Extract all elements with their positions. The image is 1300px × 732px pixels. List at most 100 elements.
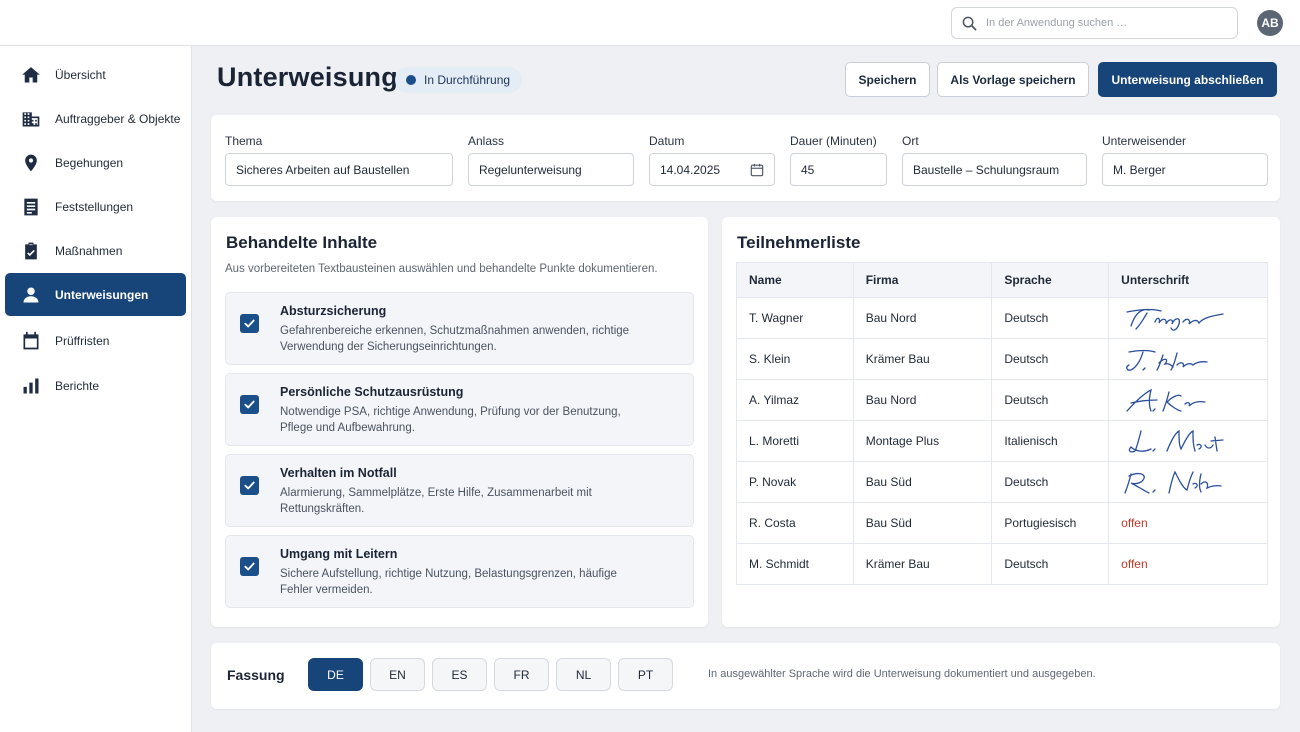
top-bar: AB	[0, 0, 1300, 46]
table-header-row: Name Firma Sprache Unterschrift	[736, 262, 1268, 298]
table-row[interactable]: P. Novak Bau Süd Deutsch	[736, 461, 1268, 503]
participant-sprache: Deutsch	[991, 461, 1110, 503]
participant-signature[interactable]	[1108, 379, 1268, 421]
participants-card: Teilnehmerliste Name Firma Sprache Unter…	[722, 217, 1280, 627]
signature-image	[1126, 388, 1206, 412]
anlass-label: Anlass	[468, 134, 505, 148]
participant-signature[interactable]	[1108, 420, 1268, 462]
calendar-icon[interactable]	[750, 163, 764, 177]
calendar-icon	[20, 330, 42, 352]
unterweisender-label: Unterweisender	[1102, 134, 1187, 148]
save-as-template-button[interactable]: Als Vorlage speichern	[937, 62, 1089, 97]
topic-item[interactable]: Persönliche Schutzausrüstung Notwendige …	[225, 373, 694, 446]
column-header-sprache: Sprache	[991, 262, 1110, 298]
topic-checkbox[interactable]	[240, 395, 259, 414]
topic-checkbox[interactable]	[240, 476, 259, 495]
sidebar-item-prueffristen[interactable]: Prüffristen	[5, 319, 186, 362]
sidebar-item-auftraggeber[interactable]: Auftraggeber & Objekte	[5, 97, 186, 140]
topic-item[interactable]: Umgang mit Leitern Sichere Aufstellung, …	[225, 535, 694, 608]
topic-description: Sichere Aufstellung, richtige Nutzung, B…	[280, 568, 617, 596]
avatar[interactable]: AB	[1257, 10, 1283, 36]
sidebar: Übersicht Auftraggeber & Objekte Begehun…	[0, 46, 192, 732]
topic-checkbox[interactable]	[240, 314, 259, 333]
participant-name: M. Schmidt	[736, 543, 854, 585]
participant-firma: Krämer Bau	[852, 543, 993, 585]
language-button-de[interactable]: DE	[308, 658, 363, 691]
participant-firma: Bau Süd	[852, 502, 993, 544]
status-dot-icon	[406, 75, 416, 85]
topic-item[interactable]: Absturzsicherung Gefahrenbereiche erkenn…	[225, 292, 694, 365]
clipboard-check-icon	[20, 240, 42, 262]
participant-name: R. Costa	[736, 502, 854, 544]
signature-image	[1126, 308, 1224, 331]
participant-signature[interactable]	[1108, 461, 1268, 503]
participant-firma: Montage Plus	[852, 420, 993, 462]
thema-field[interactable]: Sicheres Arbeiten auf Baustellen	[225, 153, 453, 186]
sidebar-item-uebersicht[interactable]: Übersicht	[5, 53, 186, 96]
table-row[interactable]: L. Moretti Montage Plus Italienisch	[736, 420, 1268, 462]
participant-firma: Bau Süd	[852, 461, 993, 503]
sidebar-item-label: Auftraggeber & Objekte	[55, 111, 181, 126]
signature-image	[1128, 429, 1224, 453]
language-button-es[interactable]: ES	[432, 658, 487, 691]
checkmark-icon	[244, 481, 255, 490]
language-button-fr[interactable]: FR	[494, 658, 549, 691]
table-row[interactable]: S. Klein Krämer Bau Deutsch	[736, 338, 1268, 380]
checkmark-icon	[244, 319, 255, 328]
unterweisender-field[interactable]: M. Berger	[1102, 153, 1268, 186]
participant-sprache: Italienisch	[991, 420, 1110, 462]
datum-label: Datum	[649, 134, 685, 148]
search-box[interactable]	[951, 7, 1238, 39]
building-icon	[20, 108, 42, 130]
participant-sprache: Deutsch	[991, 297, 1110, 339]
datum-value: 14.04.2025	[660, 162, 721, 177]
participant-name: P. Novak	[736, 461, 854, 503]
ort-field[interactable]: Baustelle – Schulungsraum	[902, 153, 1087, 186]
sidebar-item-label: Unterweisungen	[55, 287, 149, 302]
table-row[interactable]: M. Schmidt Krämer Bau Deutsch offen	[736, 543, 1268, 585]
language-button-pt[interactable]: PT	[618, 658, 673, 691]
table-row[interactable]: T. Wagner Bau Nord Deutsch	[736, 297, 1268, 339]
table-row[interactable]: A. Yilmaz Bau Nord Deutsch	[736, 379, 1268, 421]
contents-subtitle: Aus vorbereiteten Textbausteinen auswähl…	[225, 263, 658, 275]
language-version-card: Fassung DE EN ES FR NL PT In ausgewählte…	[211, 643, 1280, 709]
topic-title: Absturzsicherung	[280, 304, 387, 318]
sidebar-item-feststellungen[interactable]: Feststellungen	[5, 185, 186, 228]
dauer-field[interactable]: 45	[790, 153, 887, 186]
topic-description: Notwendige PSA, richtige Anwendung, Prüf…	[280, 406, 621, 434]
participant-name: A. Yilmaz	[736, 379, 854, 421]
sidebar-item-massnahmen[interactable]: Maßnahmen	[5, 229, 186, 272]
participant-signature[interactable]	[1108, 297, 1268, 339]
table-row[interactable]: R. Costa Bau Süd Portugiesisch offen	[736, 502, 1268, 544]
participants-table: Name Firma Sprache Unterschrift T. Wagne…	[736, 262, 1268, 585]
language-button-en[interactable]: EN	[370, 658, 425, 691]
contents-card: Behandelte Inhalte Aus vorbereiteten Tex…	[211, 217, 708, 627]
search-input[interactable]	[986, 17, 1216, 29]
participant-sprache: Deutsch	[991, 379, 1110, 421]
sidebar-item-unterweisungen[interactable]: Unterweisungen	[5, 273, 186, 316]
ort-label: Ort	[902, 134, 919, 148]
bar-chart-icon	[20, 375, 42, 397]
signature-status-open[interactable]: offen	[1108, 543, 1268, 585]
language-version-title: Fassung	[227, 667, 285, 683]
topic-title: Persönliche Schutzausrüstung	[280, 385, 464, 399]
anlass-field[interactable]: Regelunterweisung	[468, 153, 634, 186]
language-button-nl[interactable]: NL	[556, 658, 611, 691]
save-button[interactable]: Speichern	[845, 62, 930, 97]
document-icon	[20, 196, 42, 218]
sidebar-item-begehungen[interactable]: Begehungen	[5, 141, 186, 184]
topic-item[interactable]: Verhalten im Notfall Alarmierung, Sammel…	[225, 454, 694, 527]
sidebar-item-label: Berichte	[55, 378, 100, 393]
column-header-firma: Firma	[852, 262, 993, 298]
signature-status-open[interactable]: offen	[1108, 502, 1268, 544]
participant-sprache: Deutsch	[991, 543, 1110, 585]
person-icon	[20, 284, 42, 306]
status-badge: In Durchführung	[395, 67, 523, 93]
sidebar-item-label: Maßnahmen	[55, 243, 123, 258]
finish-instruction-button[interactable]: Unterweisung abschließen	[1098, 62, 1277, 97]
participant-signature[interactable]	[1108, 338, 1268, 380]
thema-label: Thema	[225, 134, 263, 148]
sidebar-item-berichte[interactable]: Berichte	[5, 364, 186, 407]
datum-field[interactable]: 14.04.2025	[649, 153, 775, 186]
topic-checkbox[interactable]	[240, 557, 259, 576]
